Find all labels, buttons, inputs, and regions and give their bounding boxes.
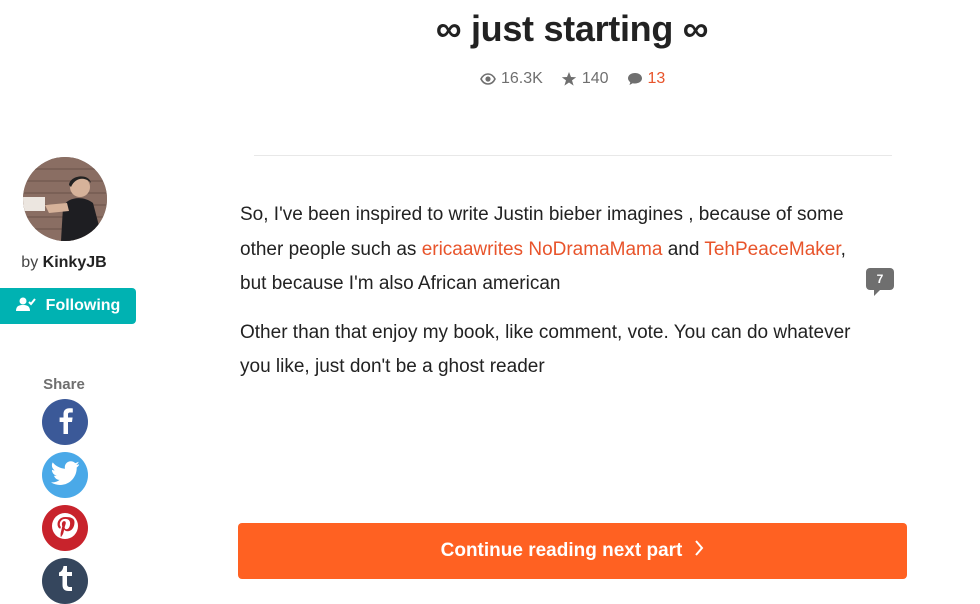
reads-count: 16.3K xyxy=(501,70,543,87)
divider xyxy=(254,155,892,156)
continue-label: Continue reading next part xyxy=(440,540,683,561)
pinterest-icon xyxy=(51,512,79,545)
comments-stat[interactable]: 13 xyxy=(627,70,666,88)
following-label: Following xyxy=(45,297,121,314)
story-stats: 16.3K 140 13 xyxy=(480,70,665,88)
comment-icon xyxy=(627,71,643,87)
star-icon xyxy=(561,71,577,87)
user-check-icon xyxy=(15,296,36,317)
eye-icon xyxy=(480,71,496,87)
chevron-right-icon xyxy=(694,540,704,562)
votes-count: 140 xyxy=(581,70,609,87)
author-byline: by KinkyJB xyxy=(0,254,128,272)
mention-link-nodramamama[interactable]: NoDramaMama xyxy=(528,239,662,260)
inline-comment-badge[interactable]: 7 xyxy=(866,268,894,296)
votes-stat: 140 xyxy=(561,70,609,88)
author-name[interactable]: KinkyJB xyxy=(43,254,107,271)
twitter-share-button[interactable] xyxy=(42,452,88,498)
twitter-icon xyxy=(50,460,80,490)
following-button[interactable]: Following xyxy=(0,288,136,324)
reads-stat: 16.3K xyxy=(480,70,543,88)
tumblr-share-button[interactable] xyxy=(42,558,88,604)
comments-count: 13 xyxy=(647,70,666,87)
mention-link-tehpeacemaker[interactable]: TehPeaceMaker xyxy=(704,239,840,260)
story-content: So, I've been inspired to write Justin b… xyxy=(240,198,870,399)
facebook-share-button[interactable] xyxy=(42,399,88,445)
pinterest-share-button[interactable] xyxy=(42,505,88,551)
paragraph-1: So, I've been inspired to write Justin b… xyxy=(240,198,870,302)
avatar[interactable] xyxy=(23,157,107,241)
by-label: by xyxy=(21,254,39,271)
paragraph-1-text-b: and xyxy=(662,238,705,260)
facebook-icon xyxy=(55,406,75,439)
continue-reading-button[interactable]: Continue reading next part xyxy=(238,523,907,579)
tumblr-icon xyxy=(56,565,74,597)
mention-link-ericaawrites[interactable]: ericaawrites xyxy=(422,239,523,260)
story-title: ∞ just starting ∞ xyxy=(435,8,709,49)
share-label: Share xyxy=(43,376,85,393)
paragraph-2: Other than that enjoy my book, like comm… xyxy=(240,321,851,378)
